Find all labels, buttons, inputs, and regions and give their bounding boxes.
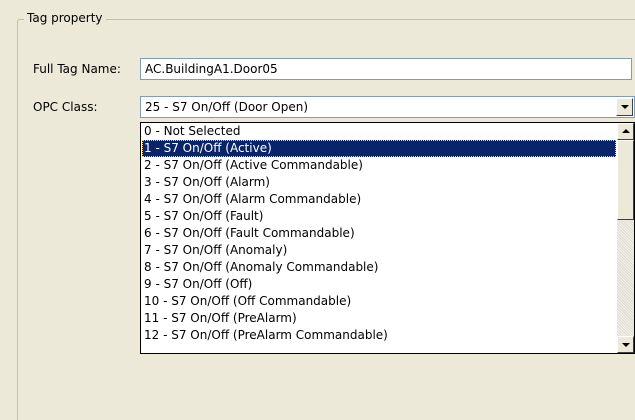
dropdown-option[interactable]: 4 - S7 On/Off (Alarm Commandable) [142,191,616,208]
dropdown-option[interactable]: 11 - S7 On/Off (PreAlarm) [142,310,616,327]
full-tag-name-label: Full Tag Name: [33,62,121,76]
dropdown-option[interactable]: 0 - Not Selected [142,123,616,140]
dropdown-option[interactable]: 3 - S7 On/Off (Alarm) [142,174,616,191]
dropdown-option[interactable]: 8 - S7 On/Off (Anomaly Commandable) [142,259,616,276]
dropdown-option[interactable]: 7 - S7 On/Off (Anomaly) [142,242,616,259]
scroll-down-icon [622,343,630,347]
scroll-thumb[interactable] [617,140,634,220]
dropdown-option[interactable]: 6 - S7 On/Off (Fault Commandable) [142,225,616,242]
chevron-down-icon [621,105,629,109]
groupbox-title: Tag property [24,10,106,26]
opc-class-combobox[interactable]: 25 - S7 On/Off (Door Open) [140,96,635,118]
dropdown-option[interactable]: 1 - S7 On/Off (Active) [142,140,616,157]
scroll-down-button[interactable] [617,336,634,353]
dropdown-toggle-button[interactable] [616,98,633,116]
scroll-up-icon [622,129,630,133]
dropdown-option[interactable]: 12 - S7 On/Off (PreAlarm Commandable) [142,327,616,344]
dropdown-option[interactable]: 5 - S7 On/Off (Fault) [142,208,616,225]
opc-class-label: OPC Class: [33,100,98,114]
dropdown-option[interactable]: 2 - S7 On/Off (Active Commandable) [142,157,616,174]
dropdown-option[interactable]: 10 - S7 On/Off (Off Commandable) [142,293,616,310]
dropdown-option[interactable]: 9 - S7 On/Off (Off) [142,276,616,293]
scroll-up-button[interactable] [617,123,634,140]
dropdown-scrollbar[interactable] [617,123,634,353]
option-list: 0 - Not Selected 1 - S7 On/Off (Active) 2 … [142,123,616,344]
full-tag-name-input[interactable]: AC.BuildingA1.Door05 [140,58,632,80]
opc-class-selected-value: 25 - S7 On/Off (Door Open) [145,100,309,114]
opc-class-dropdown-list[interactable]: 0 - Not Selected 1 - S7 On/Off (Active) 2 … [140,122,635,354]
